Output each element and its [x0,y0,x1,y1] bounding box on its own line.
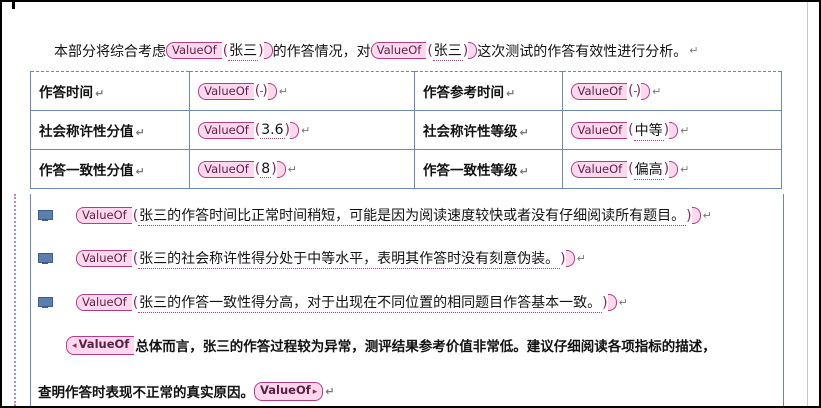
valueof-field[interactable]: ValueOf(张三的作答一致性得分高，对于出现在不同位置的相同题目作答基本一致… [76,292,617,313]
valueof-field[interactable]: ValueOf(8) [198,160,286,178]
table-cell-value[interactable]: ValueOf(偏高) ↵ [562,149,782,189]
analysis-item[interactable]: ValueOf(张三的社会称许性得分处于中等水平，表明其作答时没有刻意伪装。) … [76,248,586,269]
valueof-field-name-2[interactable]: ValueOf (张三) [370,40,478,61]
table-row: 作答时间 ↵ ValueOf() ↵ 作答参考时间 ↵ ValueOf() ↵ [29,71,782,111]
change-bar [14,194,16,406]
table-cell-label[interactable]: 作答一致性等级 ↵ [413,149,564,189]
valueof-field[interactable]: ValueOf() [198,82,277,100]
field-value: 张三 [432,40,463,61]
analysis-item[interactable]: ValueOf(张三的作答一致性得分高，对于出现在不同位置的相同题目作答基本一致… [76,292,628,313]
valueof-field[interactable]: ValueOf(偏高) [571,159,679,180]
paragraph-mark: ↵ [702,209,712,222]
valueof-field[interactable]: ValueOf(中等) [571,120,679,141]
margin-guide [807,2,808,406]
intro-text-before: 本部分将综合考虑 [54,43,166,60]
valueof-field[interactable]: ValueOf() [571,82,651,100]
table-cell-label[interactable]: 作答时间 ↵ [29,71,191,111]
text-cursor [12,2,15,9]
table-cell-value[interactable]: ValueOf(8) ↵ [189,149,415,189]
intro-text-after: 这次测试的作答有效性进行分析。 [477,43,688,60]
field-end-marker [263,42,273,59]
item-text: 张三的作答一致性得分高，对于出现在不同位置的相同题目作答基本一致。 [138,292,603,313]
field-value: 张三 [228,40,259,61]
table-cell-label[interactable]: 社会称许性等级 ↵ [413,110,564,150]
monitor-bullet-icon [38,210,53,221]
field-end-marker [468,42,478,59]
table-cell-value[interactable]: ValueOf(中等) ↵ [562,110,782,150]
item-text: 张三的社会称许性得分处于中等水平，表明其作答时没有刻意伪装。 [138,248,561,269]
paragraph-mark: ↵ [325,384,335,398]
paragraph-mark: ↵ [618,296,628,309]
field-end-arrow-icon: ▸ [312,386,318,397]
summary-line-2: 查明作答时表现不正常的真实原因。 [38,385,254,401]
field-code-label: ValueOf [370,42,427,59]
table-cell-value[interactable]: ValueOf() ↵ [189,71,415,111]
paragraph-mark: ↵ [576,252,586,265]
document-page: 本部分将综合考虑 ValueOf (张三) 的作答情况，对 ValueOf (张… [0,0,821,408]
valueof-field[interactable]: ValueOf(张三的作答时间比正常时间稍短，可能是因为阅读速度较快或者没有仔细… [76,205,701,226]
table-cell-label[interactable]: 作答参考时间 ↵ [413,71,564,111]
table-row: 作答一致性分值 ↵ ValueOf(8) ↵ 作答一致性等级 ↵ ValueOf(偏高… [29,149,782,189]
field-start-arrow-icon: ◂ [72,340,77,351]
paragraph-mark: ↵ [689,44,699,57]
intro-text-middle: 的作答情况，对 [272,43,371,60]
analysis-item[interactable]: ValueOf(张三的作答时间比正常时间稍短，可能是因为阅读速度较快或者没有仔细… [76,205,712,226]
valueof-field[interactable]: ValueOf(3.6) [198,121,299,139]
summary-paragraph-continued[interactable]: 查明作答时表现不正常的真实原因。 ValueOf ▸ ↵ [38,381,335,401]
validity-table: 作答时间 ↵ ValueOf() ↵ 作答参考时间 ↵ ValueOf() ↵ 社会称许… [29,71,782,189]
field-code-label: ValueOf [166,42,222,59]
table-cell-value[interactable]: ValueOf() ↵ [562,71,782,111]
valueof-field-end[interactable]: ValueOf ▸ [254,381,324,401]
table-cell-label[interactable]: 作答一致性分值 ↵ [29,149,191,189]
summary-line-1: 总体而言，张三的作答过程较为异常，测评结果参考价值非常低。建议仔细阅读各项指标的… [135,339,716,355]
table-cell-value[interactable]: ValueOf(3.6) ↵ [189,110,415,150]
valueof-field-name-1[interactable]: ValueOf (张三) [166,40,273,61]
monitor-bullet-icon [38,253,53,264]
item-text: 张三的作答时间比正常时间稍短，可能是因为阅读速度较快或者没有仔细阅读所有题目。 [138,205,687,226]
table-cell-label[interactable]: 社会称许性分值 ↵ [29,110,191,150]
intro-paragraph[interactable]: 本部分将综合考虑 ValueOf (张三) 的作答情况，对 ValueOf (张… [54,40,698,61]
table-row: 社会称许性分值 ↵ ValueOf(3.6) ↵ 社会称许性等级 ↵ ValueOf(… [29,110,782,150]
monitor-bullet-icon [38,297,53,308]
summary-paragraph[interactable]: ◂ ValueOf 总体而言，张三的作答过程较为异常，测评结果参考价值非常低。建议… [66,335,716,355]
valueof-field[interactable]: ValueOf(张三的社会称许性得分处于中等水平，表明其作答时没有刻意伪装。) [76,248,575,269]
valueof-field-start[interactable]: ◂ ValueOf [66,335,135,355]
